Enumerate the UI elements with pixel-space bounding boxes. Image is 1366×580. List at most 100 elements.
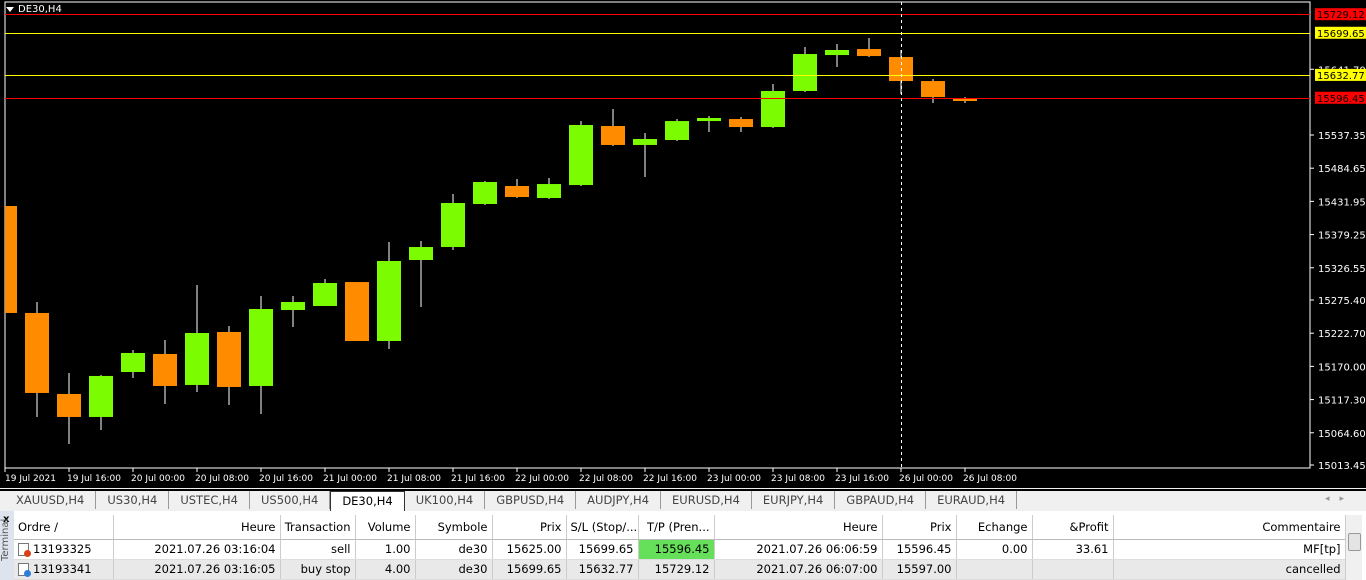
bear-candle bbox=[5, 206, 17, 313]
bull-candle bbox=[665, 121, 689, 141]
x-axis-label: 19 Jul 2021 bbox=[5, 474, 56, 484]
bull-candle bbox=[825, 49, 849, 56]
chart-tab[interactable]: DE30,H4 bbox=[330, 491, 405, 511]
bull-candle bbox=[473, 182, 497, 205]
table-cell bbox=[1032, 559, 1114, 580]
y-axis-label: 15013.45 bbox=[1318, 461, 1366, 472]
column-header[interactable]: T/P (Pren... bbox=[638, 515, 715, 540]
orders-table: Ordre / Heure Transaction Volume Symbole Prix… bbox=[14, 515, 1346, 580]
chart-symbol-label: DE30,H4 bbox=[18, 4, 62, 15]
bull-candle bbox=[537, 184, 561, 199]
column-header[interactable]: Prix bbox=[882, 515, 957, 540]
x-axis-label: 20 Jul 16:00 bbox=[259, 474, 313, 484]
y-axis-label: 15379.25 bbox=[1318, 231, 1366, 242]
table-cell: de30 bbox=[415, 539, 493, 560]
chart-tab[interactable]: EURJPY,H4 bbox=[752, 491, 836, 509]
bear-candle bbox=[729, 119, 753, 128]
order-row[interactable]: 13193325 2021.07.26 03:16:04 sell 1.00 de30 1… bbox=[14, 539, 1346, 560]
table-cell: 15699.65 bbox=[492, 559, 567, 580]
x-axis-label: 23 Jul 00:00 bbox=[707, 474, 761, 484]
bull-candle bbox=[761, 90, 785, 128]
column-header[interactable]: Echange bbox=[956, 515, 1033, 540]
table-cell: MF[tp] bbox=[1113, 539, 1346, 560]
chart-tab[interactable]: US30,H4 bbox=[96, 491, 170, 509]
chart-tab[interactable]: EURUSD,H4 bbox=[661, 491, 752, 509]
bull-candle bbox=[185, 333, 209, 385]
table-cell: 1.00 bbox=[355, 539, 416, 560]
table-cell: 2021.07.26 06:06:59 bbox=[714, 539, 883, 560]
price-level-label: 15596.45 bbox=[1317, 94, 1365, 105]
chart-tab[interactable]: US500,H4 bbox=[250, 491, 331, 509]
bull-candle bbox=[281, 302, 305, 311]
chart-tab[interactable]: USTEC,H4 bbox=[169, 491, 251, 509]
dropdown-triangle-icon[interactable] bbox=[6, 7, 14, 12]
tab-scroll-arrows[interactable]: ◂▸ bbox=[1325, 494, 1354, 504]
table-cell: 15596.45 bbox=[882, 539, 957, 560]
price-chart[interactable]: 15641.7015537.3515484.6515431.9515379.25… bbox=[0, 0, 1366, 488]
column-header[interactable]: Transaction bbox=[280, 515, 356, 540]
table-cell: 15596.45 bbox=[638, 539, 715, 560]
bull-candle bbox=[409, 247, 433, 260]
x-axis-label: 23 Jul 16:00 bbox=[835, 474, 889, 484]
table-cell: 15597.00 bbox=[882, 559, 957, 580]
x-axis-label: 22 Jul 16:00 bbox=[643, 474, 697, 484]
table-cell: cancelled bbox=[1113, 559, 1346, 580]
chart-tab[interactable]: EURAUD,H4 bbox=[926, 491, 1018, 509]
column-header[interactable]: Symbole bbox=[415, 515, 493, 540]
vertical-scrollbar[interactable] bbox=[1345, 515, 1362, 580]
chart-tab[interactable]: UK100,H4 bbox=[405, 491, 486, 509]
column-header[interactable]: Ordre / bbox=[14, 515, 114, 540]
chart-tab[interactable]: AUDJPY,H4 bbox=[576, 491, 662, 509]
chart-title[interactable]: DE30,H4 bbox=[6, 4, 62, 15]
bear-candle bbox=[57, 393, 81, 417]
x-axis-label: 19 Jul 16:00 bbox=[67, 474, 121, 484]
x-axis-label: 20 Jul 08:00 bbox=[195, 474, 249, 484]
sell-order-icon bbox=[18, 542, 31, 557]
table-cell: 15729.12 bbox=[638, 559, 715, 580]
bull-candle bbox=[313, 282, 337, 306]
bear-candle bbox=[921, 81, 945, 98]
chart-tab[interactable]: GBPUSD,H4 bbox=[485, 491, 577, 509]
x-axis-label: 26 Jul 00:00 bbox=[899, 474, 953, 484]
y-axis-label: 15537.35 bbox=[1318, 131, 1366, 142]
x-axis-label: 26 Jul 08:00 bbox=[963, 474, 1017, 484]
column-header[interactable]: &Profit bbox=[1032, 515, 1114, 540]
bear-candle bbox=[153, 353, 177, 386]
column-header[interactable]: Prix bbox=[492, 515, 567, 540]
chart-tabs: XAUUSD,H4 US30,H4 USTEC,H4 US500,H4 DE30,H4 U… bbox=[0, 489, 1366, 511]
bear-candle bbox=[601, 126, 625, 145]
y-axis-label: 15326.55 bbox=[1318, 264, 1366, 275]
column-header[interactable]: Heure bbox=[714, 515, 883, 540]
order-row[interactable]: 13193341 2021.07.26 03:16:05 buy stop 4.00 d… bbox=[14, 559, 1346, 580]
chart-tab[interactable]: GBPAUD,H4 bbox=[835, 491, 927, 509]
bear-candle bbox=[345, 282, 369, 342]
y-axis-label: 15275.40 bbox=[1318, 296, 1366, 307]
table-cell bbox=[956, 559, 1033, 580]
order-id-cell: 13193341 bbox=[14, 559, 114, 580]
x-axis-label: 20 Jul 00:00 bbox=[131, 474, 185, 484]
scrollbar-thumb[interactable] bbox=[1348, 533, 1361, 551]
table-cell: 2021.07.26 03:16:05 bbox=[113, 559, 281, 580]
terminal-panel: x Terminal Ordre / Heure Transaction Volume… bbox=[0, 511, 1366, 580]
bull-candle bbox=[89, 375, 113, 417]
column-header[interactable]: S/L (Stop/... bbox=[566, 515, 639, 540]
price-level-label: 15632.77 bbox=[1317, 71, 1365, 82]
bull-candle bbox=[633, 138, 657, 145]
chart-tab[interactable]: XAUUSD,H4 bbox=[5, 491, 97, 509]
table-cell: 2021.07.26 06:07:00 bbox=[714, 559, 883, 580]
table-cell: buy stop bbox=[280, 559, 356, 580]
bear-candle bbox=[505, 185, 529, 198]
column-header[interactable]: Volume bbox=[355, 515, 416, 540]
bull-candle bbox=[249, 309, 273, 386]
price-level-label: 15699.65 bbox=[1317, 29, 1365, 40]
table-cell: 33.61 bbox=[1032, 539, 1114, 560]
bull-candle bbox=[121, 352, 145, 372]
table-cell: sell bbox=[280, 539, 356, 560]
x-axis-label: 21 Jul 00:00 bbox=[323, 474, 377, 484]
column-header[interactable]: Heure bbox=[113, 515, 281, 540]
table-cell: de30 bbox=[415, 559, 493, 580]
candlestick-chart[interactable]: 15641.7015537.3515484.6515431.9515379.25… bbox=[0, 0, 1366, 488]
order-id-cell: 13193325 bbox=[14, 539, 114, 560]
column-header[interactable]: Commentaire bbox=[1113, 515, 1346, 540]
table-cell: 15699.65 bbox=[566, 539, 639, 560]
